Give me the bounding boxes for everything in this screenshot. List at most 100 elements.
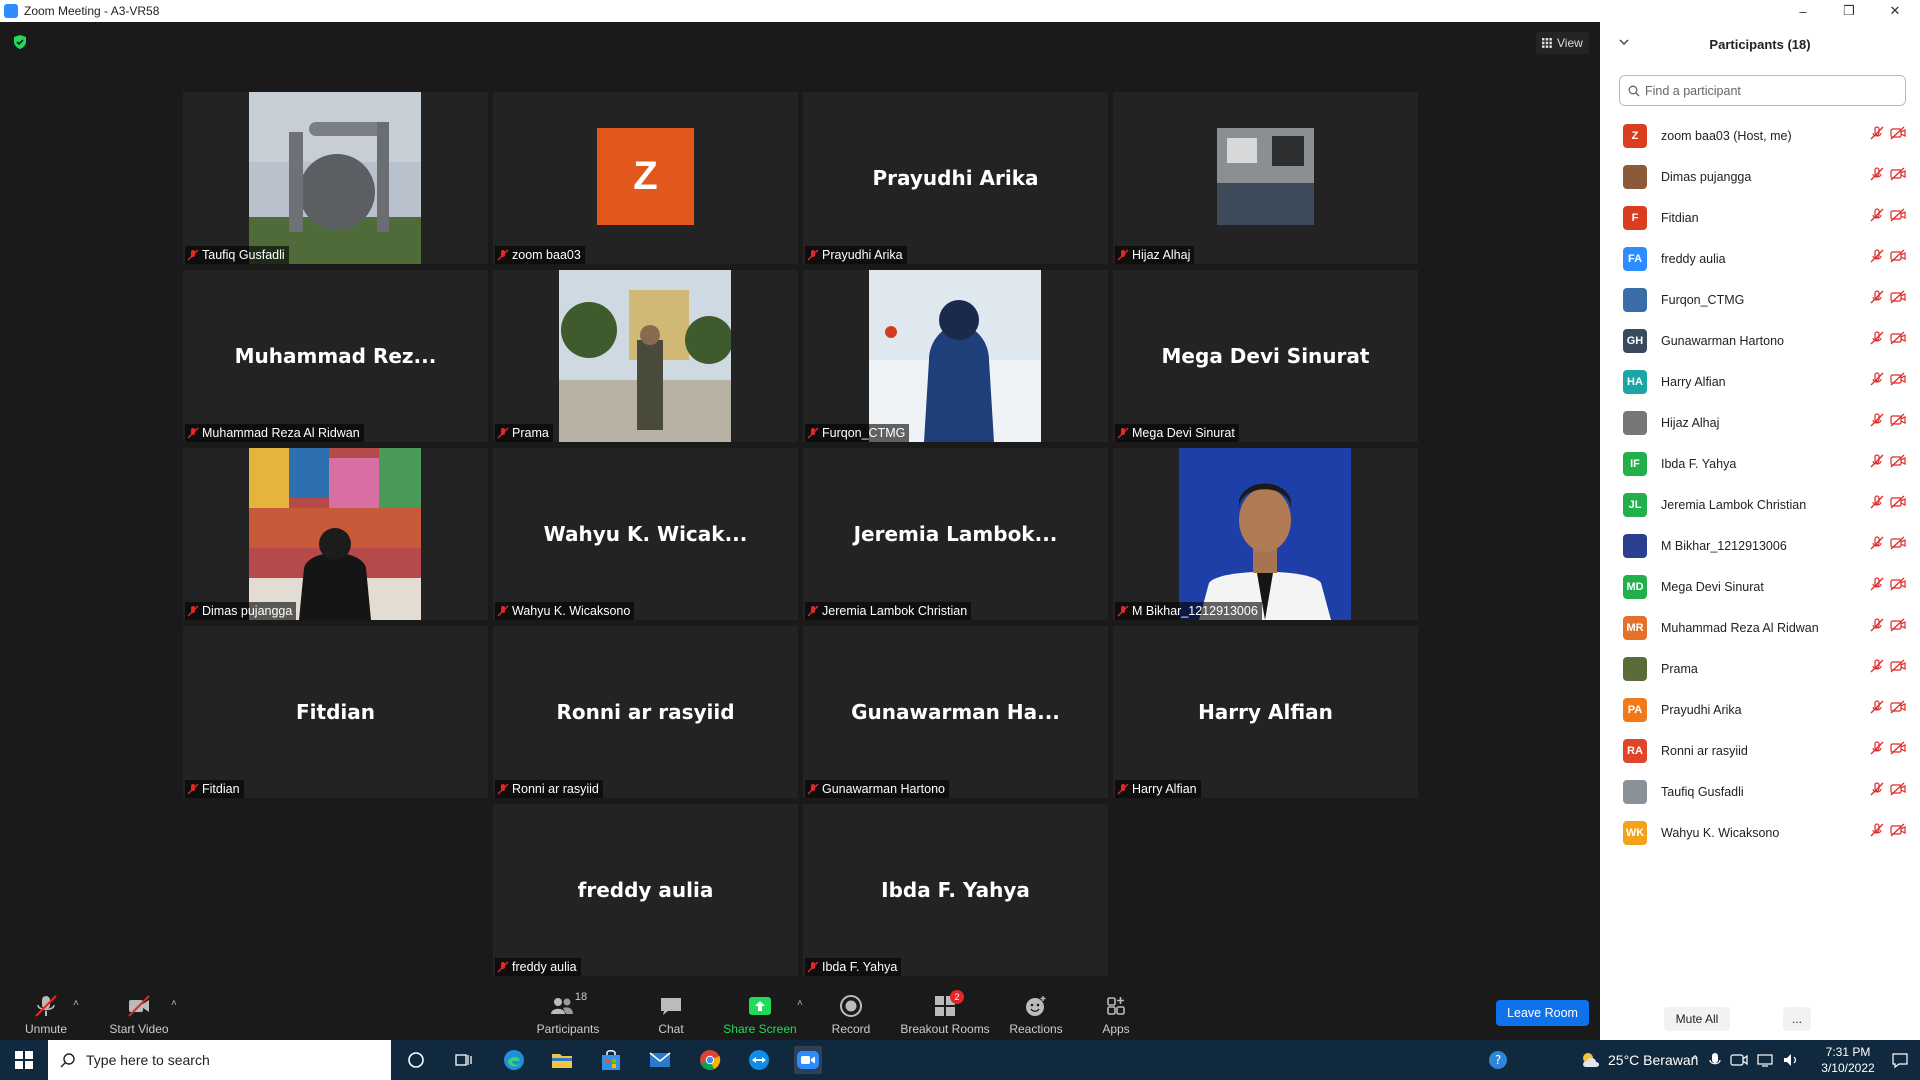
video-off-icon[interactable] xyxy=(1890,331,1906,345)
mic-muted-icon[interactable] xyxy=(1870,823,1884,837)
audio-options-caret[interactable]: ˄ xyxy=(73,998,79,1009)
video-off-icon[interactable] xyxy=(1890,454,1906,468)
mic-muted-icon[interactable] xyxy=(1870,618,1884,632)
task-view-button[interactable] xyxy=(450,1046,478,1074)
close-button[interactable]: ✕ xyxy=(1872,0,1918,22)
weather-widget[interactable]: 25°C Berawan xyxy=(1580,1040,1698,1080)
video-off-icon[interactable] xyxy=(1890,577,1906,591)
video-off-icon[interactable] xyxy=(1890,413,1906,427)
edge-taskbar-icon[interactable] xyxy=(500,1046,528,1074)
mic-muted-icon[interactable] xyxy=(1870,536,1884,550)
video-tile[interactable]: Jeremia Lambok... Jeremia Lambok Christi… xyxy=(803,448,1108,620)
restore-button[interactable]: ❒ xyxy=(1826,0,1872,22)
mic-muted-icon[interactable] xyxy=(1870,577,1884,591)
mic-muted-icon[interactable] xyxy=(1870,249,1884,263)
mic-muted-icon[interactable] xyxy=(1870,208,1884,222)
mic-muted-icon[interactable] xyxy=(1870,290,1884,304)
participant-row[interactable]: HA Harry Alfian xyxy=(1600,361,1920,402)
participant-row[interactable]: MR Muhammad Reza Al Ridwan xyxy=(1600,607,1920,648)
video-tile[interactable]: Prayudhi Arika Prayudhi Arika xyxy=(803,92,1108,264)
participant-row[interactable]: WK Wahyu K. Wicaksono xyxy=(1600,812,1920,853)
chrome-taskbar-icon[interactable] xyxy=(696,1046,724,1074)
apps-button[interactable]: Apps xyxy=(1096,988,1136,1040)
video-tile[interactable]: Furqon_CTMG xyxy=(803,270,1108,442)
minimize-button[interactable]: – xyxy=(1780,0,1826,22)
video-off-icon[interactable] xyxy=(1890,782,1906,796)
store-taskbar-icon[interactable] xyxy=(597,1046,625,1074)
cortana-button[interactable] xyxy=(402,1046,430,1074)
record-button[interactable]: Record xyxy=(826,988,876,1040)
zoom-taskbar-icon[interactable] xyxy=(794,1046,822,1074)
unmute-button[interactable]: Unmute xyxy=(18,988,74,1040)
mic-muted-icon[interactable] xyxy=(1870,782,1884,796)
video-off-icon[interactable] xyxy=(1890,249,1906,263)
mic-muted-icon[interactable] xyxy=(1870,372,1884,386)
participant-row[interactable]: Taufiq Gusfadli xyxy=(1600,771,1920,812)
participants-button[interactable]: 18 Participants xyxy=(530,988,606,1040)
video-off-icon[interactable] xyxy=(1890,126,1906,140)
view-button[interactable]: View xyxy=(1536,32,1589,54)
mic-muted-icon[interactable] xyxy=(1870,700,1884,714)
video-tile[interactable]: Harry Alfian Harry Alfian xyxy=(1113,626,1418,798)
participant-row[interactable]: Dimas pujangga xyxy=(1600,156,1920,197)
video-tile[interactable]: Dimas pujangga xyxy=(183,448,488,620)
show-hidden-icons-icon[interactable]: ⌃ xyxy=(1690,1053,1700,1067)
video-tile[interactable]: Z zoom baa03 xyxy=(493,92,798,264)
chevron-down-icon[interactable] xyxy=(1618,36,1630,48)
participant-row[interactable]: Zzoom baa03 (Host, me) xyxy=(1600,115,1920,156)
share-options-caret[interactable]: ˄ xyxy=(797,998,803,1009)
participant-row[interactable]: Furqon_CTMG xyxy=(1600,279,1920,320)
mic-muted-icon[interactable] xyxy=(1870,331,1884,345)
microphone-tray-icon[interactable] xyxy=(1709,1052,1721,1068)
participant-search-input[interactable]: Find a participant xyxy=(1619,75,1906,106)
network-tray-icon[interactable] xyxy=(1757,1052,1773,1068)
video-off-icon[interactable] xyxy=(1890,741,1906,755)
encryption-shield-icon[interactable] xyxy=(12,34,28,50)
video-off-icon[interactable] xyxy=(1890,618,1906,632)
video-tile[interactable]: Fitdian Fitdian xyxy=(183,626,488,798)
video-off-icon[interactable] xyxy=(1890,659,1906,673)
video-off-icon[interactable] xyxy=(1890,372,1906,386)
reactions-button[interactable]: Reactions xyxy=(1006,988,1066,1040)
mic-muted-icon[interactable] xyxy=(1870,495,1884,509)
mic-muted-icon[interactable] xyxy=(1870,167,1884,181)
video-tile[interactable]: Muhammad Rez... Muhammad Reza Al Ridwan xyxy=(183,270,488,442)
start-video-button[interactable]: Start Video xyxy=(104,988,174,1040)
taskbar-search-input[interactable]: Type here to search xyxy=(48,1040,391,1080)
share-screen-button[interactable]: Share Screen xyxy=(722,988,798,1040)
teamviewer-taskbar-icon[interactable] xyxy=(745,1046,773,1074)
video-off-icon[interactable] xyxy=(1890,208,1906,222)
help-tray-icon[interactable]: ? xyxy=(1484,1046,1512,1074)
participant-row[interactable]: JL Jeremia Lambok Christian xyxy=(1600,484,1920,525)
leave-room-button[interactable]: Leave Room xyxy=(1496,1000,1589,1026)
participant-row[interactable]: RA Ronni ar rasyiid xyxy=(1600,730,1920,771)
participant-row[interactable]: Prama xyxy=(1600,648,1920,689)
mute-all-button[interactable]: Mute All xyxy=(1664,1007,1730,1031)
participant-row[interactable]: GH Gunawarman Hartono xyxy=(1600,320,1920,361)
video-tile[interactable]: freddy aulia freddy aulia xyxy=(493,804,798,976)
breakout-rooms-button[interactable]: 2 Breakout Rooms xyxy=(900,988,990,1040)
start-button[interactable] xyxy=(10,1046,38,1074)
video-tile[interactable]: Hijaz Alhaj xyxy=(1113,92,1418,264)
video-tile[interactable]: Prama xyxy=(493,270,798,442)
video-tile[interactable]: M Bikhar_1212913006 xyxy=(1113,448,1418,620)
video-off-icon[interactable] xyxy=(1890,167,1906,181)
participant-row[interactable]: IF Ibda F. Yahya xyxy=(1600,443,1920,484)
participant-row[interactable]: PA Prayudhi Arika xyxy=(1600,689,1920,730)
volume-tray-icon[interactable] xyxy=(1782,1052,1800,1068)
mic-muted-icon[interactable] xyxy=(1870,126,1884,140)
participant-row[interactable]: F Fitdian xyxy=(1600,197,1920,238)
notifications-button[interactable] xyxy=(1886,1046,1914,1074)
mic-muted-icon[interactable] xyxy=(1870,741,1884,755)
camera-tray-icon[interactable] xyxy=(1730,1052,1748,1068)
video-off-icon[interactable] xyxy=(1890,290,1906,304)
participant-row[interactable]: FA freddy aulia xyxy=(1600,238,1920,279)
mic-muted-icon[interactable] xyxy=(1870,659,1884,673)
video-off-icon[interactable] xyxy=(1890,495,1906,509)
participant-row[interactable]: MD Mega Devi Sinurat xyxy=(1600,566,1920,607)
video-options-caret[interactable]: ˄ xyxy=(171,998,177,1009)
participant-row[interactable]: Hijaz Alhaj xyxy=(1600,402,1920,443)
video-tile[interactable]: Wahyu K. Wicak... Wahyu K. Wicaksono xyxy=(493,448,798,620)
video-tile[interactable]: Ronni ar rasyiid Ronni ar rasyiid xyxy=(493,626,798,798)
mic-muted-icon[interactable] xyxy=(1870,413,1884,427)
